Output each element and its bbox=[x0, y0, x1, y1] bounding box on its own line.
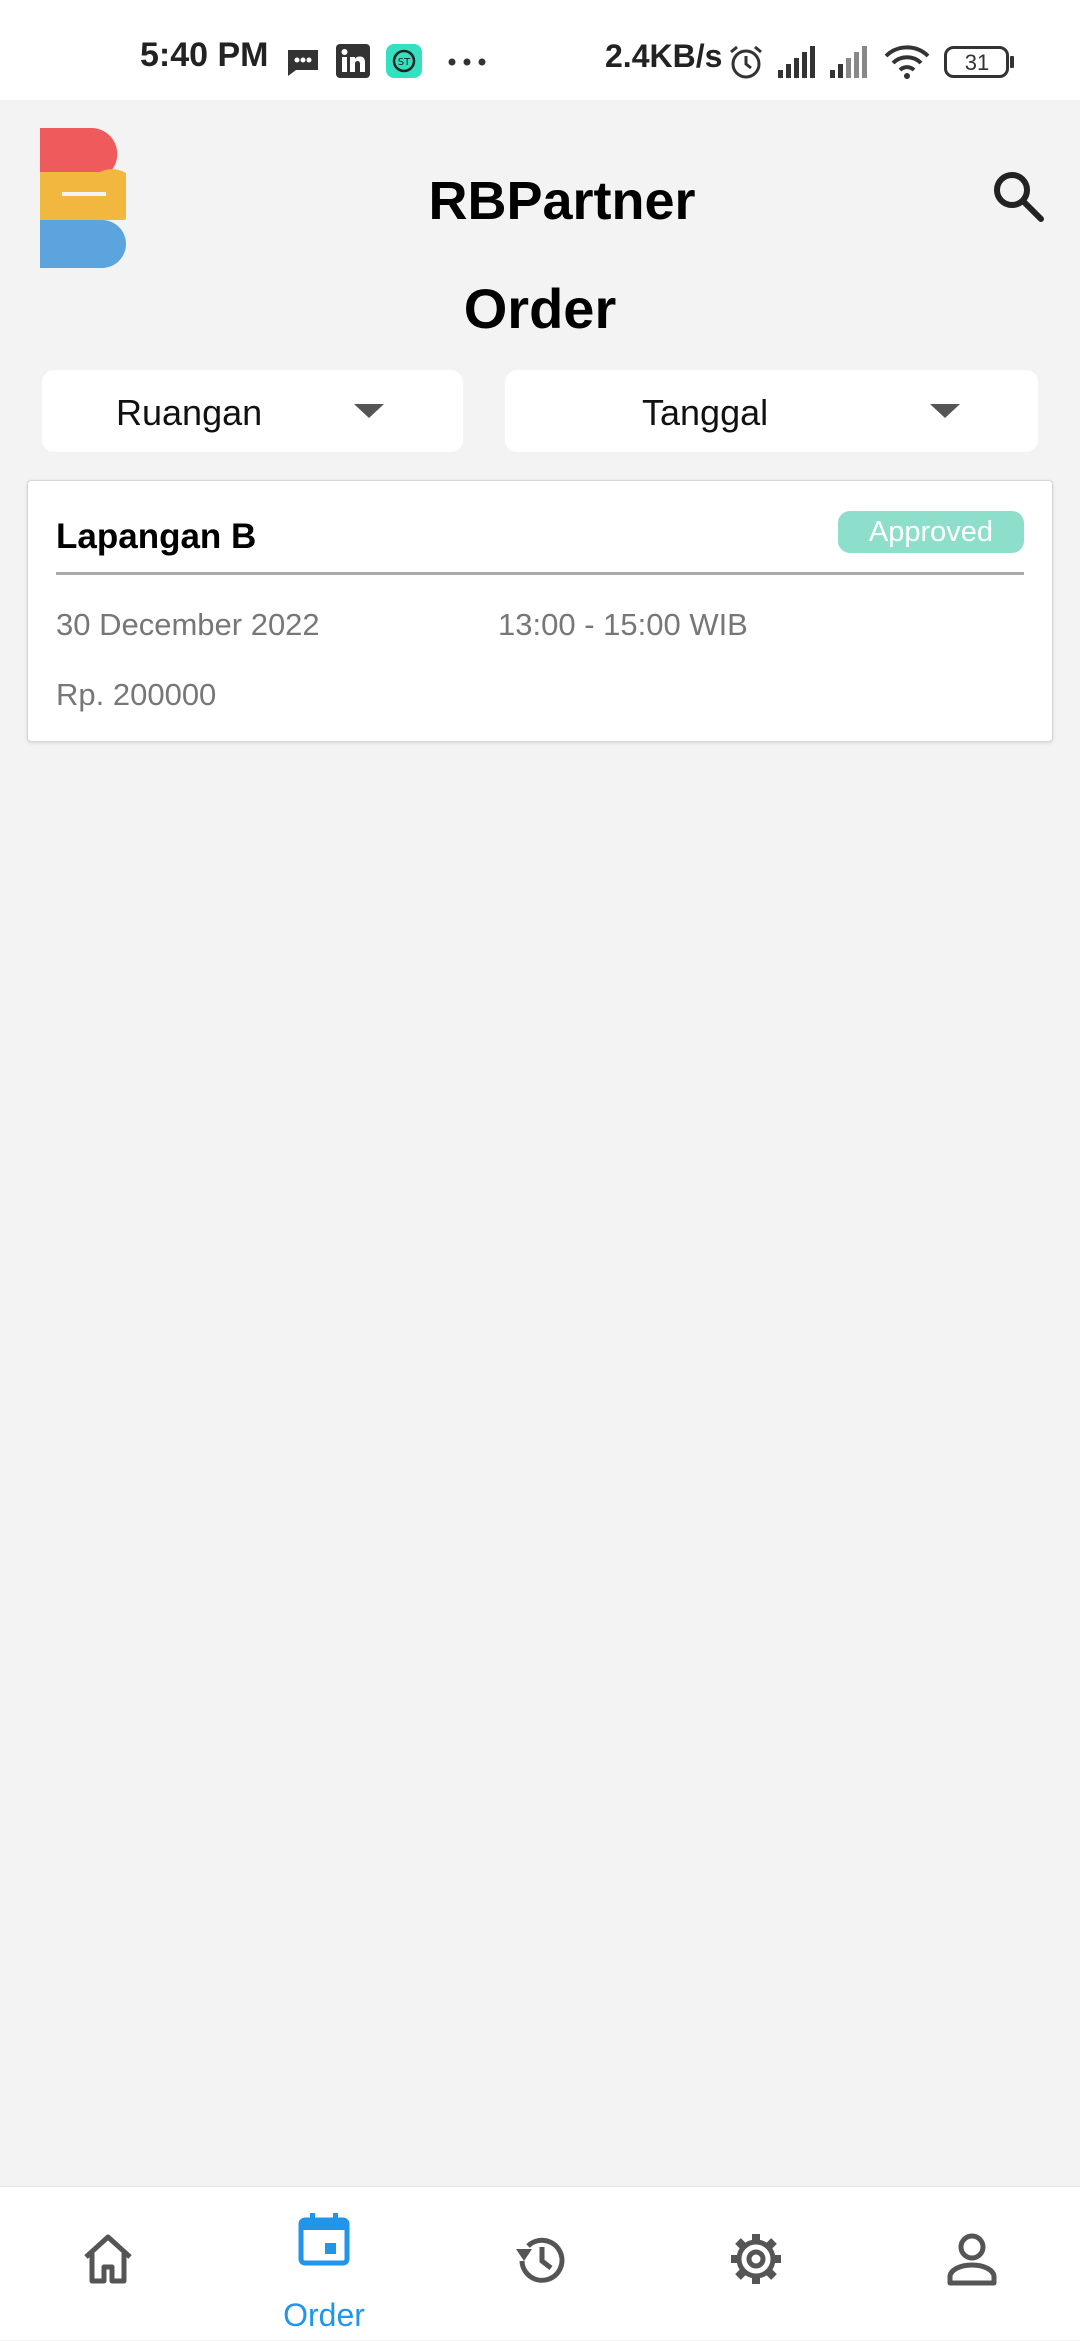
date-filter-dropdown[interactable]: Tanggal bbox=[505, 370, 1038, 452]
profile-icon bbox=[947, 2233, 997, 2286]
status-bar: 5:40 PM ST 2.4KB/s 31 bbox=[0, 0, 1080, 100]
wifi-icon bbox=[884, 45, 930, 79]
network-speed: 2.4KB/s bbox=[605, 38, 723, 74]
status-time: 5:40 PM bbox=[140, 36, 269, 74]
room-filter-label: Ruangan bbox=[116, 392, 263, 433]
home-icon bbox=[84, 2234, 132, 2284]
order-venue: Lapangan B bbox=[56, 517, 257, 556]
settings-icon bbox=[731, 2234, 781, 2284]
room-filter-dropdown[interactable]: Ruangan bbox=[42, 370, 463, 452]
nav-history[interactable] bbox=[432, 2187, 648, 2341]
alarm-icon bbox=[730, 45, 762, 79]
chevron-down-icon bbox=[354, 404, 384, 418]
app-notification-icon: ST bbox=[386, 44, 422, 78]
order-date: 30 December 2022 bbox=[56, 607, 320, 642]
nav-order-label: Order bbox=[283, 2297, 365, 2333]
message-icon bbox=[288, 50, 318, 76]
battery-level: 31 bbox=[964, 50, 990, 75]
nav-order[interactable]: Order bbox=[216, 2187, 432, 2341]
bottom-navigation: Order bbox=[0, 2186, 1080, 2340]
order-card[interactable]: Lapangan B Approved 30 December 2022 13:… bbox=[27, 480, 1053, 742]
nav-profile[interactable] bbox=[864, 2187, 1080, 2341]
app-title: RBPartner bbox=[428, 171, 696, 231]
svg-text:ST: ST bbox=[398, 57, 411, 68]
chevron-down-icon bbox=[930, 404, 960, 418]
nav-settings[interactable] bbox=[648, 2187, 864, 2341]
divider bbox=[56, 572, 1024, 575]
nav-home[interactable] bbox=[0, 2187, 216, 2341]
status-badge: Approved bbox=[838, 511, 1024, 553]
order-price: Rp. 200000 bbox=[56, 677, 217, 712]
signal-icon bbox=[778, 46, 815, 78]
signal-icon bbox=[830, 46, 867, 78]
history-icon bbox=[516, 2237, 565, 2283]
page-title: Order bbox=[463, 277, 617, 340]
search-icon[interactable] bbox=[990, 168, 1046, 224]
linkedin-icon bbox=[336, 44, 370, 78]
date-filter-label: Tanggal bbox=[642, 392, 769, 433]
calendar-icon bbox=[298, 2213, 350, 2266]
order-time: 13:00 - 15:00 WIB bbox=[498, 607, 748, 642]
more-icon bbox=[448, 58, 486, 66]
